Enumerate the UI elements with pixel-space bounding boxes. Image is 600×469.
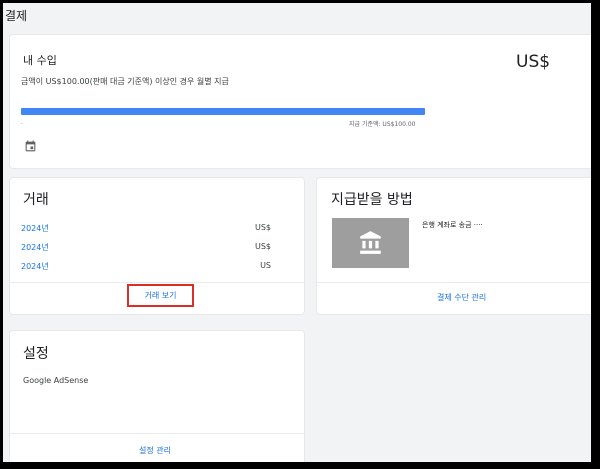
divider xyxy=(10,282,304,283)
payment-method-title: 지급받을 방법 xyxy=(331,192,413,208)
divider xyxy=(10,433,304,434)
income-card: 내 수입 금액이 US$100.00(판매 대금 기준액) 이상인 경우 월별 … xyxy=(9,34,591,169)
income-title: 내 수입 xyxy=(23,54,57,67)
payments-page: 결제 내 수입 금액이 US$100.00(판매 대금 기준액) 이상인 경우 … xyxy=(3,3,591,462)
progress-caption: 지급 기준액: US$100.00 xyxy=(349,121,416,128)
transaction-amount: US$ xyxy=(254,223,271,232)
income-description: 금액이 US$100.00(판매 대금 기준액) 이상인 경우 월별 지급 xyxy=(21,77,229,86)
payment-method-card: 지급받을 방법 은행 계좌로 송금 ···· 결제 수단 관리 xyxy=(316,177,591,315)
progress-fill xyxy=(21,108,425,115)
manage-settings-link[interactable]: 설정 관리 xyxy=(139,445,171,456)
bank-tile xyxy=(332,218,409,268)
settings-title: 설정 xyxy=(23,346,49,362)
manage-payment-methods-link[interactable]: 결제 수단 관리 xyxy=(437,292,486,303)
settings-item: Google AdSense xyxy=(23,376,89,385)
calendar-icon[interactable] xyxy=(24,140,37,153)
transactions-title: 거래 xyxy=(23,192,49,208)
transactions-card: 거래 2024년 US$ 2024년 US$ 2024년 US 거래 보기 xyxy=(9,177,305,315)
payment-threshold-progress xyxy=(21,108,425,115)
transaction-year[interactable]: 2024년 xyxy=(21,223,49,234)
settings-card: 설정 Google AdSense 설정 관리 xyxy=(9,330,305,462)
transaction-amount: US xyxy=(260,261,271,270)
transaction-year[interactable]: 2024년 xyxy=(21,261,49,272)
divider xyxy=(317,282,591,283)
income-amount: US$ xyxy=(516,52,551,72)
view-transactions-button[interactable]: 거래 보기 xyxy=(127,284,194,307)
transaction-year[interactable]: 2024년 xyxy=(21,242,49,253)
bank-transfer-label: 은행 계좌로 송금 ···· xyxy=(422,221,483,229)
transaction-row[interactable]: 2024년 US xyxy=(21,261,271,273)
transaction-row[interactable]: 2024년 US$ xyxy=(21,242,271,254)
page-title: 결제 xyxy=(5,9,28,23)
bank-icon xyxy=(359,231,381,254)
transaction-row[interactable]: 2024년 US$ xyxy=(21,223,271,235)
progress-start-mark: . xyxy=(21,119,23,126)
transaction-amount: US$ xyxy=(254,242,271,251)
